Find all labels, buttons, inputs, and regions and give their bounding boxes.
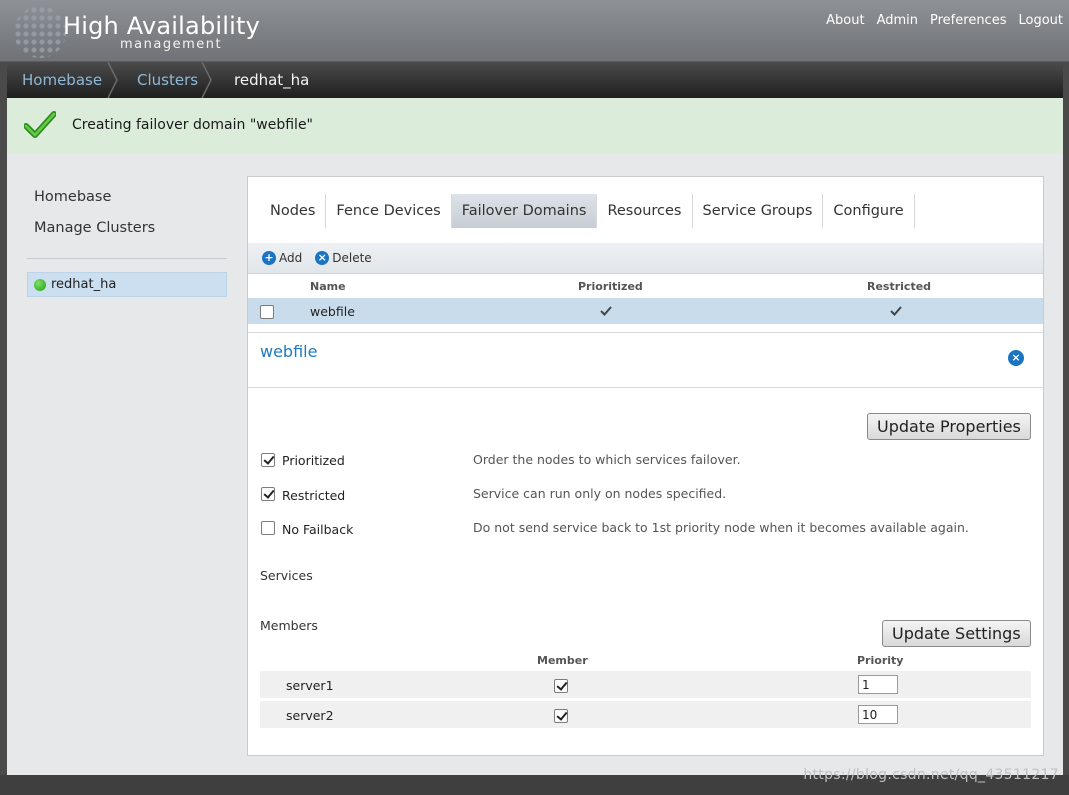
services-label: Services — [260, 568, 313, 583]
app-header: High Availability management About Admin… — [0, 0, 1069, 62]
member-name: server1 — [286, 678, 334, 693]
notice-message: Creating failover domain "webfile" — [72, 117, 313, 133]
plus-icon: + — [262, 251, 276, 265]
detail-title: webfile — [260, 342, 318, 361]
watermark-text: https://blog.csdn.net/qq_43511217 — [803, 767, 1059, 783]
cluster-name: redhat_ha — [51, 277, 117, 292]
update-settings-button[interactable]: Update Settings — [882, 620, 1031, 647]
admin-link[interactable]: Admin — [877, 13, 918, 28]
member-name: server2 — [286, 708, 334, 723]
logout-link[interactable]: Logout — [1018, 13, 1063, 28]
member-checkbox[interactable] — [554, 709, 568, 723]
update-properties-button[interactable]: Update Properties — [867, 413, 1031, 440]
checkmark-icon — [890, 306, 902, 316]
restricted-label: Restricted — [282, 488, 346, 503]
delete-label: Delete — [332, 251, 372, 265]
sidebar-item-cluster[interactable]: redhat_ha — [27, 272, 227, 297]
add-label: Add — [279, 251, 303, 265]
tab-failover-domains[interactable]: Failover Domains — [451, 194, 598, 228]
tab-configure[interactable]: Configure — [823, 194, 915, 228]
breadcrumb-current: redhat_ha — [211, 62, 309, 98]
column-header-restricted: Restricted — [867, 280, 932, 293]
row-select-checkbox[interactable] — [260, 305, 274, 319]
breadcrumb-clusters[interactable]: Clusters — [117, 62, 212, 98]
member-row — [260, 671, 1031, 698]
about-link[interactable]: About — [826, 13, 864, 28]
column-header-name: Name — [310, 280, 346, 293]
breadcrumb-label: Clusters — [137, 71, 199, 89]
sidebar-item-manage-clusters[interactable]: Manage Clusters — [34, 220, 155, 236]
domain-toolbar: + Add × Delete — [248, 243, 1043, 274]
restricted-description: Service can run only on nodes specified. — [473, 486, 727, 501]
priority-input[interactable] — [858, 675, 898, 694]
detail-divider — [248, 387, 1043, 388]
checkmark-icon — [600, 306, 612, 316]
no-failback-label: No Failback — [282, 522, 354, 537]
checkmark-icon — [24, 111, 56, 138]
logo-icon — [14, 6, 66, 58]
breadcrumb: Homebase Clusters redhat_ha — [7, 62, 1063, 98]
status-online-icon — [34, 278, 46, 291]
column-header-prioritized: Prioritized — [578, 280, 643, 293]
delete-button[interactable]: × Delete — [315, 251, 372, 265]
breadcrumb-label: redhat_ha — [234, 71, 310, 89]
app-subtitle: management — [120, 37, 223, 52]
member-checkbox[interactable] — [554, 679, 568, 693]
breadcrumb-homebase[interactable]: Homebase — [7, 62, 118, 98]
tab-nodes[interactable]: Nodes — [260, 194, 327, 228]
domain-name-cell[interactable]: webfile — [310, 304, 355, 319]
prioritized-checkbox[interactable] — [261, 453, 275, 467]
tab-service-groups[interactable]: Service Groups — [693, 194, 824, 228]
preferences-link[interactable]: Preferences — [930, 13, 1006, 28]
add-button[interactable]: + Add — [262, 251, 302, 265]
table-row[interactable] — [248, 298, 1043, 324]
top-nav: About Admin Preferences Logout — [826, 13, 1063, 28]
breadcrumb-label: Homebase — [22, 71, 103, 89]
tab-bar: Nodes Fence Devices Failover Domains Res… — [260, 194, 915, 228]
tab-fence-devices[interactable]: Fence Devices — [326, 194, 452, 228]
restricted-checkbox[interactable] — [261, 487, 275, 501]
column-header-member: Member — [537, 654, 588, 667]
column-header-priority: Priority — [857, 654, 904, 667]
tab-resources[interactable]: Resources — [597, 194, 693, 228]
status-notice: Creating failover domain "webfile" — [7, 98, 1063, 154]
sidebar-divider — [27, 258, 227, 259]
delete-x-icon: × — [315, 251, 330, 265]
close-icon[interactable]: × — [1008, 350, 1024, 366]
app-title: High Availability — [63, 12, 261, 40]
sidebar-item-homebase[interactable]: Homebase — [34, 189, 111, 205]
prioritized-label: Prioritized — [282, 453, 345, 468]
priority-input[interactable] — [858, 705, 898, 724]
member-row — [260, 701, 1031, 728]
no-failback-description: Do not send service back to 1st priority… — [473, 520, 969, 535]
prioritized-description: Order the nodes to which services failov… — [473, 452, 741, 467]
no-failback-checkbox[interactable] — [261, 521, 275, 535]
members-label: Members — [260, 618, 318, 633]
